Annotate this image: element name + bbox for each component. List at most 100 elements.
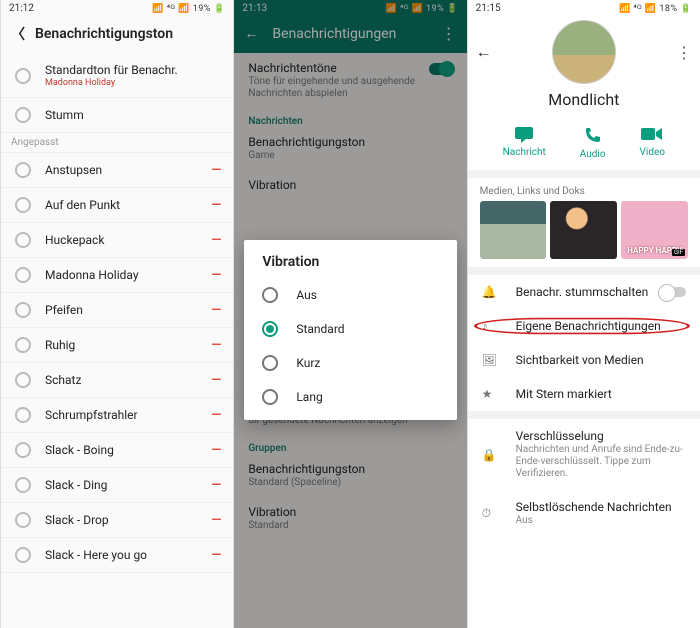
- status-bar: 21:15 📶 ⁴ᴳ 📶 18% 🔋: [468, 0, 700, 14]
- action-video[interactable]: Video: [640, 125, 665, 160]
- panel-contact-info: 21:15 📶 ⁴ᴳ 📶 18% 🔋 ← ⋮ Mondlicht Nachric…: [467, 0, 700, 628]
- setting-custom-notifications[interactable]: ♪ Eigene Benachrichtigungen: [468, 309, 700, 343]
- back-icon[interactable]: ←: [476, 42, 492, 62]
- remove-icon[interactable]: —: [211, 443, 219, 458]
- tone-label: Ruhig: [45, 338, 211, 352]
- radio-icon: [15, 407, 31, 423]
- star-icon: ★: [482, 387, 500, 401]
- timer-icon: ⏱: [482, 506, 500, 521]
- remove-icon[interactable]: —: [211, 373, 219, 388]
- radio-icon: [15, 372, 31, 388]
- avatar[interactable]: [552, 20, 616, 84]
- tone-item[interactable]: Slack - Here you go—: [1, 538, 233, 573]
- remove-icon[interactable]: —: [211, 338, 219, 353]
- bell-icon: 🔔: [482, 285, 500, 299]
- contact-name: Mondlicht: [468, 84, 700, 111]
- radio-icon: [262, 355, 278, 371]
- radio-icon: [262, 389, 278, 405]
- setting-disappearing[interactable]: ⏱ Selbstlöschende Nachrichten Aus: [468, 490, 700, 537]
- tone-label: Slack - Here you go: [45, 548, 211, 562]
- vibration-option[interactable]: Aus: [252, 278, 448, 312]
- tone-item[interactable]: Madonna Holiday—: [1, 258, 233, 293]
- remove-icon[interactable]: —: [211, 408, 219, 423]
- option-label: Kurz: [296, 356, 320, 370]
- tone-item[interactable]: Huckepack—: [1, 223, 233, 258]
- dialog-title: Vibration: [252, 254, 448, 278]
- setting-mute[interactable]: 🔔 Benachr. stummschalten: [468, 275, 700, 309]
- tone-label: Huckepack: [45, 233, 211, 247]
- media-thumbnails: HAPPY HAPPY GIF: [468, 201, 700, 267]
- remove-icon[interactable]: —: [211, 233, 219, 248]
- image-icon: 🖼: [482, 353, 500, 367]
- radio-icon: [15, 267, 31, 283]
- back-icon[interactable]: 〈: [11, 24, 25, 44]
- option-label: Standard: [296, 322, 344, 336]
- video-icon: [640, 125, 664, 143]
- radio-icon: [15, 197, 31, 213]
- radio-icon: [262, 321, 278, 337]
- section-custom: Angepasst: [1, 133, 233, 153]
- tone-item[interactable]: Auf den Punkt—: [1, 188, 233, 223]
- toggle-off-icon[interactable]: [660, 287, 686, 297]
- media-header[interactable]: Medien, Links und Doks: [468, 178, 700, 201]
- tone-label: Slack - Ding: [45, 478, 211, 492]
- vibration-option[interactable]: Kurz: [252, 346, 448, 380]
- tone-mute[interactable]: Stumm: [1, 98, 233, 133]
- status-icons: 📶 ⁴ᴳ 📶 19% 🔋: [152, 3, 225, 14]
- tone-default[interactable]: Standardton für Benachr. Madonna Holiday: [1, 54, 233, 98]
- tone-item[interactable]: Ruhig—: [1, 328, 233, 363]
- status-time: 21:12: [9, 3, 34, 14]
- tone-label: Schrumpfstrahler: [45, 408, 211, 422]
- tone-item[interactable]: Schatz—: [1, 363, 233, 398]
- radio-icon: [15, 512, 31, 528]
- panel-sound-picker: 21:12 📶 ⁴ᴳ 📶 19% 🔋 〈 Benachrichtigungsto…: [0, 0, 233, 628]
- setting-media-visibility[interactable]: 🖼 Sichtbarkeit von Medien: [468, 343, 700, 377]
- tone-label: Schatz: [45, 373, 211, 387]
- divider: [468, 267, 700, 275]
- remove-icon[interactable]: —: [211, 198, 219, 213]
- header: 〈 Benachrichtigungston: [1, 14, 233, 54]
- tone-item[interactable]: Anstupsen—: [1, 153, 233, 188]
- top-bar: ← ⋮: [468, 14, 700, 84]
- remove-icon[interactable]: —: [211, 513, 219, 528]
- remove-icon[interactable]: —: [211, 303, 219, 318]
- tone-item[interactable]: Slack - Ding—: [1, 468, 233, 503]
- radio-icon: [15, 68, 31, 84]
- media-thumb[interactable]: HAPPY HAPPY GIF: [621, 201, 688, 259]
- remove-icon[interactable]: —: [211, 163, 219, 178]
- radio-icon: [15, 477, 31, 493]
- remove-icon[interactable]: —: [211, 548, 219, 563]
- media-thumb[interactable]: [480, 201, 547, 259]
- remove-icon[interactable]: —: [211, 268, 219, 283]
- status-bar: 21:12 📶 ⁴ᴳ 📶 19% 🔋: [1, 0, 233, 14]
- action-message[interactable]: Nachricht: [503, 125, 546, 160]
- music-note-icon: ♪: [482, 319, 500, 333]
- vibration-dialog: Vibration Aus Standard Kurz Lang: [244, 240, 456, 420]
- more-icon[interactable]: ⋮: [676, 43, 692, 62]
- radio-icon: [15, 337, 31, 353]
- action-audio[interactable]: Audio: [580, 125, 606, 160]
- setting-starred[interactable]: ★ Mit Stern markiert: [468, 377, 700, 411]
- tone-label: Slack - Drop: [45, 513, 211, 527]
- gif-badge: GIF: [672, 249, 685, 256]
- tone-item[interactable]: Slack - Drop—: [1, 503, 233, 538]
- status-time: 21:15: [476, 3, 501, 14]
- vibration-option[interactable]: Standard: [252, 312, 448, 346]
- remove-icon[interactable]: —: [211, 478, 219, 493]
- media-thumb[interactable]: [550, 201, 617, 259]
- tone-label: Madonna Holiday: [45, 268, 211, 282]
- radio-icon: [15, 107, 31, 123]
- tone-item[interactable]: Schrumpfstrahler—: [1, 398, 233, 433]
- divider: [468, 411, 700, 419]
- vibration-option[interactable]: Lang: [252, 380, 448, 414]
- status-icons: 📶 ⁴ᴳ 📶 18% 🔋: [619, 3, 692, 14]
- tone-label: Slack - Boing: [45, 443, 211, 457]
- option-label: Aus: [296, 288, 317, 302]
- radio-icon: [262, 287, 278, 303]
- tone-item[interactable]: Slack - Boing—: [1, 433, 233, 468]
- phone-icon: [583, 125, 603, 145]
- tone-item[interactable]: Pfeifen—: [1, 293, 233, 328]
- radio-icon: [15, 547, 31, 563]
- chat-icon: [513, 125, 535, 143]
- setting-encryption[interactable]: 🔒 Verschlüsselung Nachrichten und Anrufe…: [468, 419, 700, 490]
